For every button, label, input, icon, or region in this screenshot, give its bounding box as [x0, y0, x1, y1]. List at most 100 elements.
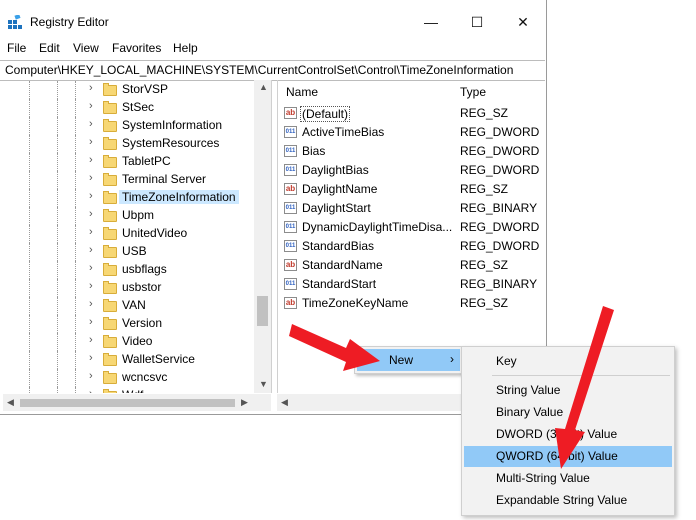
submenu-item[interactable]: Multi-String Value	[464, 468, 672, 489]
scroll-right-icon[interactable]: ▶	[241, 397, 248, 408]
value-row[interactable]: ab (Default) REG_SZ	[278, 104, 546, 123]
tree-guide-line	[57, 171, 58, 189]
value-row[interactable]: ab TimeZoneKeyName REG_SZ	[278, 294, 546, 313]
close-button[interactable]: ✕	[500, 8, 546, 36]
menu-view[interactable]: View	[73, 41, 99, 55]
tree-item[interactable]: › StSec	[3, 99, 263, 117]
scroll-left-icon[interactable]: ◀	[281, 397, 288, 408]
tree-item[interactable]: › Ubpm	[3, 207, 263, 225]
tree-guide-line	[75, 189, 76, 207]
expand-chevron-icon[interactable]: ›	[89, 244, 93, 256]
value-row[interactable]: 011 DaylightStart REG_BINARY	[278, 199, 546, 218]
expand-chevron-icon[interactable]: ›	[89, 334, 93, 346]
scroll-up-icon[interactable]: ▲	[259, 82, 268, 92]
expand-chevron-icon[interactable]: ›	[89, 100, 93, 112]
expand-chevron-icon[interactable]: ›	[89, 82, 93, 94]
submenu-item[interactable]: Binary Value	[464, 402, 672, 423]
value-name: Bias	[302, 144, 326, 158]
column-header-type[interactable]: Type	[460, 85, 486, 99]
tree-item[interactable]: › Version	[3, 315, 263, 333]
expand-chevron-icon[interactable]: ›	[89, 118, 93, 130]
value-type: REG_DWORD	[460, 125, 540, 139]
minimize-button[interactable]: —	[408, 8, 454, 36]
submenu-item[interactable]: String Value	[464, 380, 672, 401]
value-row[interactable]: 011 ActiveTimeBias REG_DWORD	[278, 123, 546, 142]
expand-chevron-icon[interactable]: ›	[89, 352, 93, 364]
expand-chevron-icon[interactable]: ›	[89, 136, 93, 148]
tree-item-label: SystemInformation	[122, 118, 223, 132]
folder-icon	[103, 263, 117, 276]
expand-chevron-icon[interactable]: ›	[89, 370, 93, 382]
address-bar[interactable]: Computer\HKEY_LOCAL_MACHINE\SYSTEM\Curre…	[0, 60, 545, 81]
expand-chevron-icon[interactable]: ›	[89, 226, 93, 238]
tree-item[interactable]: › SystemInformation	[3, 117, 263, 135]
value-row[interactable]: ab StandardName REG_SZ	[278, 256, 546, 275]
tree-item[interactable]: › Wdf	[3, 387, 263, 393]
tree-guide-line	[29, 225, 30, 243]
tree-item[interactable]: › TimeZoneInformation	[3, 189, 263, 207]
value-type: REG_DWORD	[460, 220, 540, 234]
value-name: DaylightName	[302, 182, 378, 196]
tree-guide-line	[57, 99, 58, 117]
tree-item[interactable]: › WalletService	[3, 351, 263, 369]
menu-item-new[interactable]: New ›	[357, 349, 460, 371]
submenu-item[interactable]: QWORD (64-bit) Value	[464, 446, 672, 467]
scroll-down-icon[interactable]: ▼	[259, 379, 268, 389]
column-header-name[interactable]: Name	[286, 85, 318, 99]
tree-item[interactable]: › Terminal Server	[3, 171, 263, 189]
tree-item[interactable]: › UnitedVideo	[3, 225, 263, 243]
tree-item-label: usbstor	[122, 280, 162, 294]
value-row[interactable]: 011 Bias REG_DWORD	[278, 142, 546, 161]
menu-help[interactable]: Help	[173, 41, 198, 55]
minimize-icon: —	[424, 14, 438, 30]
tree-item[interactable]: › usbstor	[3, 279, 263, 297]
folder-icon	[103, 335, 117, 348]
menu-file[interactable]: File	[7, 41, 26, 55]
binary-value-icon: 011	[284, 145, 297, 157]
registry-editor-icon	[8, 15, 22, 29]
scroll-left-icon[interactable]: ◀	[7, 397, 14, 408]
expand-chevron-icon[interactable]: ›	[89, 280, 93, 292]
submenu-item[interactable]: Key	[464, 351, 672, 372]
tree-item[interactable]: › usbflags	[3, 261, 263, 279]
value-name: StandardBias	[302, 239, 375, 253]
expand-chevron-icon[interactable]: ›	[89, 298, 93, 310]
expand-chevron-icon[interactable]: ›	[89, 172, 93, 184]
value-row[interactable]: 011 StandardStart REG_BINARY	[278, 275, 546, 294]
expand-chevron-icon[interactable]: ›	[89, 388, 93, 393]
tree-item[interactable]: › TabletPC	[3, 153, 263, 171]
value-row[interactable]: ab DaylightName REG_SZ	[278, 180, 546, 199]
maximize-button[interactable]: ☐	[454, 8, 500, 36]
tree-horizontal-thumb[interactable]	[20, 399, 235, 407]
menu-edit[interactable]: Edit	[39, 41, 60, 55]
tree-guide-line	[75, 261, 76, 279]
tree-scroll-thumb[interactable]	[257, 296, 268, 326]
tree-item[interactable]: › wcncsvc	[3, 369, 263, 387]
tree-item[interactable]: › StorVSP	[3, 81, 263, 99]
value-type: REG_BINARY	[460, 277, 538, 291]
tree-vertical-scrollbar[interactable]: ▲ ▼	[254, 80, 271, 393]
tree-guide-line	[75, 135, 76, 153]
tree-item-label: Wdf	[122, 388, 143, 393]
tree-guide-line	[29, 189, 30, 207]
value-row[interactable]: 011 DynamicDaylightTimeDisa... REG_DWORD	[278, 218, 546, 237]
tree-guide-line	[29, 135, 30, 153]
expand-chevron-icon[interactable]: ›	[89, 208, 93, 220]
string-value-icon: ab	[284, 183, 297, 195]
expand-chevron-icon[interactable]: ›	[89, 316, 93, 328]
submenu-item[interactable]: DWORD (32-bit) Value	[464, 424, 672, 445]
tree-guide-line	[57, 369, 58, 387]
menu-favorites[interactable]: Favorites	[112, 41, 161, 55]
value-row[interactable]: 011 DaylightBias REG_DWORD	[278, 161, 546, 180]
expand-chevron-icon[interactable]: ›	[89, 154, 93, 166]
tree-item[interactable]: › Video	[3, 333, 263, 351]
tree-item-label: Version	[122, 316, 163, 330]
value-row[interactable]: 011 StandardBias REG_DWORD	[278, 237, 546, 256]
expand-chevron-icon[interactable]: ›	[89, 262, 93, 274]
menu-bar: File Edit View Favorites Help	[0, 40, 546, 58]
tree-item[interactable]: › VAN	[3, 297, 263, 315]
submenu-item[interactable]: Expandable String Value	[464, 490, 672, 511]
tree-item[interactable]: › SystemResources	[3, 135, 263, 153]
expand-chevron-icon[interactable]: ›	[89, 190, 93, 202]
tree-item[interactable]: › USB	[3, 243, 263, 261]
